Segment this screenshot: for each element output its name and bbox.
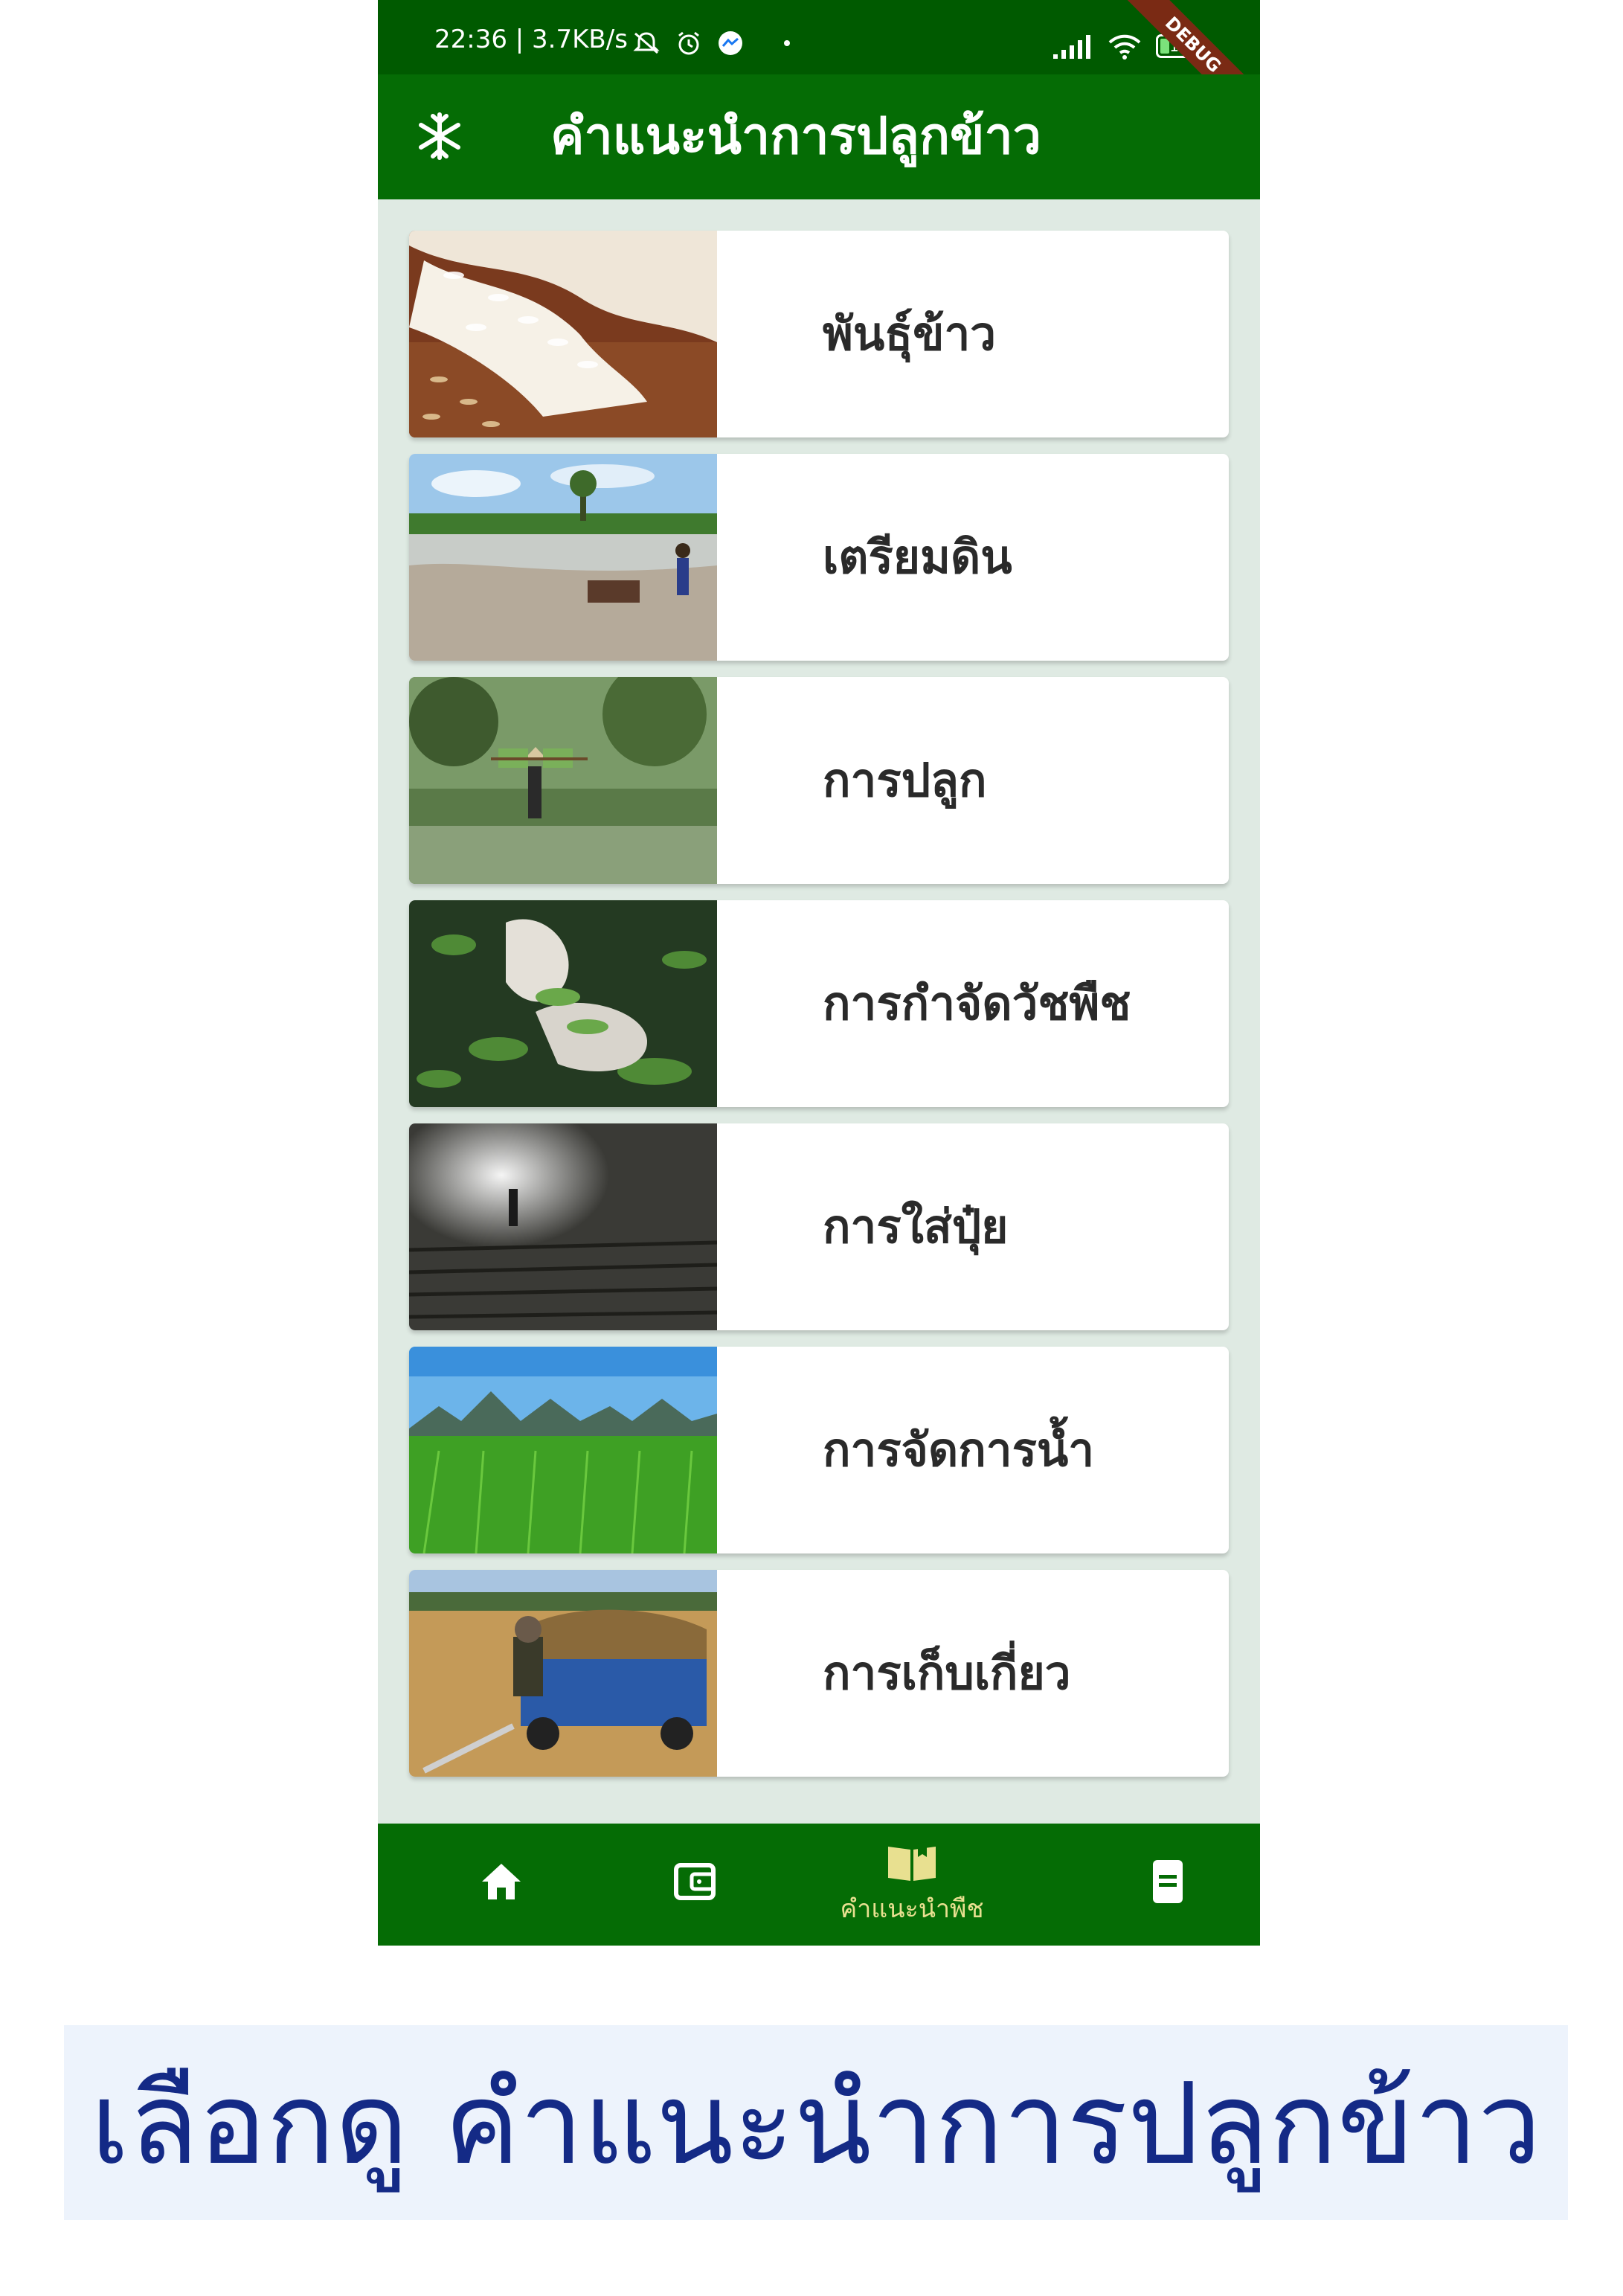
menu-list: พันธุ์ข้าว เตรียมดิน การปลูก การกำจัดวัช… xyxy=(378,199,1260,1824)
status-time: 22:36 | 3.7KB/s xyxy=(434,25,628,54)
menu-item-rice-varieties[interactable]: พันธุ์ข้าว xyxy=(409,231,1229,437)
status-bar: 22:36 | 3.7KB/s DEBUG xyxy=(378,0,1260,135)
alarm-icon xyxy=(678,31,699,55)
status-dot xyxy=(784,40,790,46)
menu-item-soil-preparation[interactable]: เตรียมดิน xyxy=(409,454,1229,661)
wifi-icon xyxy=(1108,34,1141,60)
phone-screen: 22:36 | 3.7KB/s DEBUG คำแนะนำการปลูกข้าว… xyxy=(378,0,1260,1946)
menu-item-fertilizing[interactable]: การใส่ปุ๋ย xyxy=(409,1123,1229,1330)
page-title: คำแนะนำการปลูกข้าว xyxy=(550,107,1041,166)
bottom-navigation: คำแนะนำพืช xyxy=(378,1824,1260,1946)
caption-box: เลือกดู คำแนะนำการปลูกข้าว xyxy=(64,2025,1568,2220)
app-bar: คำแนะนำการปลูกข้าว xyxy=(378,74,1260,199)
menu-item-label: พันธุ์ข้าว xyxy=(823,307,997,361)
menu-item-label: การเก็บเกี่ยว xyxy=(823,1646,1071,1700)
planting-seedlings-photo xyxy=(409,677,717,884)
rice-field-mountains-photo xyxy=(409,1347,717,1553)
menu-item-water-management[interactable]: การจัดการน้ำ xyxy=(409,1347,1229,1553)
menu-item-label: เตรียมดิน xyxy=(823,530,1012,584)
menu-item-label: การกำจัดวัชพืช xyxy=(823,976,1131,1030)
nav-document[interactable] xyxy=(1116,1824,1220,1946)
status-notification-icons xyxy=(632,30,790,57)
caption-text: เลือกดู คำแนะนำการปลูกข้าว xyxy=(90,2058,1542,2190)
fertilizer-spraying-photo xyxy=(409,1123,717,1330)
menu-item-harvesting[interactable]: การเก็บเกี่ยว xyxy=(409,1570,1229,1777)
home-icon xyxy=(482,1864,521,1899)
nav-home[interactable] xyxy=(449,1824,553,1946)
pulling-weeds-photo xyxy=(409,900,717,1107)
mute-icon xyxy=(633,32,660,54)
nav-plant-guide-label: คำแนะนำพืช xyxy=(840,1894,984,1924)
snowflake-icon[interactable] xyxy=(414,110,466,162)
menu-item-label: การจัดการน้ำ xyxy=(823,1423,1095,1477)
messenger-icon xyxy=(719,31,742,55)
nav-plant-guide[interactable]: คำแนะนำพืช xyxy=(785,1824,1038,1946)
open-book-icon xyxy=(888,1842,936,1881)
menu-item-label: การใส่ปุ๋ย xyxy=(823,1199,1009,1254)
plowing-field-photo xyxy=(409,454,717,661)
nav-wallet[interactable] xyxy=(643,1824,747,1946)
document-icon xyxy=(1153,1860,1183,1903)
signal-icon xyxy=(1053,35,1090,59)
harvest-cart-photo xyxy=(409,1570,717,1777)
menu-item-weeding[interactable]: การกำจัดวัชพืช xyxy=(409,900,1229,1107)
menu-item-planting[interactable]: การปลูก xyxy=(409,677,1229,884)
menu-item-label: การปลูก xyxy=(823,753,987,807)
wallet-icon xyxy=(674,1863,716,1900)
rice-grains-photo xyxy=(409,231,717,437)
